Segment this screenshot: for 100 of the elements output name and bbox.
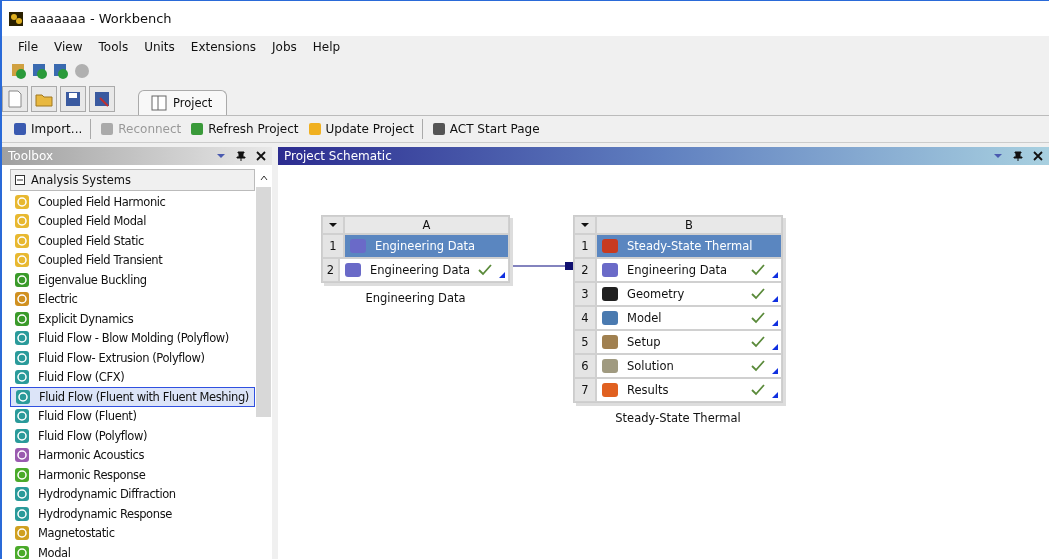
row-number: 7 [574, 378, 596, 402]
toolbox-item[interactable]: Fluid Flow- Extrusion (Polyflow) [10, 348, 255, 368]
system-cell[interactable]: Results [596, 378, 782, 402]
corner-marker-icon [772, 368, 778, 374]
corner-marker-icon [772, 296, 778, 302]
analysis-system-icon [15, 388, 31, 405]
toolbar-icon [99, 121, 116, 137]
system-cell[interactable]: Model [596, 306, 782, 330]
row-number: 1 [322, 234, 344, 258]
scrollbar-thumb[interactable] [256, 187, 271, 417]
component-icon [601, 309, 619, 327]
toolbox-item[interactable]: Hydrodynamic Diffraction [10, 484, 255, 504]
analysis-system-icon [14, 466, 30, 483]
toolbar-button[interactable]: ACT Start Page [428, 119, 542, 139]
analysis-system-icon [14, 427, 30, 444]
window-title: aaaaaaa - Workbench [30, 11, 172, 26]
analysis-system-icon [14, 369, 30, 386]
globe-file-icon[interactable] [10, 62, 28, 80]
toolbox-item[interactable]: Fluid Flow (Fluent) [10, 406, 255, 426]
system-cell[interactable]: Steady-State Thermal [596, 234, 782, 258]
row-number: 4 [574, 306, 596, 330]
corner-marker-icon [499, 272, 505, 278]
archive-icon[interactable] [89, 86, 115, 112]
toolbox-item[interactable]: Coupled Field Modal [10, 211, 255, 231]
dropdown-icon[interactable] [328, 220, 338, 230]
row-number: 1 [574, 234, 596, 258]
close-icon[interactable] [256, 151, 266, 161]
system-cell[interactable]: Geometry [596, 282, 782, 306]
analysis-system-icon [14, 505, 30, 522]
toolbox-item[interactable]: Fluid Flow (Polyflow) [10, 426, 255, 446]
save-icon[interactable] [60, 86, 86, 112]
system-cell[interactable]: Setup [596, 330, 782, 354]
toolbox-item[interactable]: Coupled Field Transient [10, 250, 255, 270]
panel-title: Project Schematic [284, 149, 392, 163]
row-number: 2 [322, 258, 339, 282]
analysis-system-icon [14, 310, 30, 327]
toolbox-item[interactable]: Harmonic Acoustics [10, 445, 255, 465]
analysis-system-icon [14, 271, 30, 288]
pin-icon[interactable] [1013, 151, 1023, 161]
toolbox-item[interactable]: Fluid Flow - Blow Molding (Polyflow) [10, 328, 255, 348]
toolbox-item[interactable]: Magnetostatic [10, 523, 255, 543]
component-icon [601, 261, 619, 279]
toolbar-icon [12, 121, 28, 137]
analysis-system-icon [14, 408, 30, 425]
analysis-system-icon [14, 447, 30, 464]
menu-item[interactable]: Help [304, 39, 349, 54]
pin-icon[interactable] [236, 151, 246, 161]
toolbox-item[interactable]: Fluid Flow (Fluent with Fluent Meshing) [10, 387, 255, 407]
row-number: 2 [574, 258, 596, 282]
system-caption: Steady-State Thermal [615, 411, 741, 425]
app-logo-icon [8, 10, 24, 27]
menu-item[interactable]: File [10, 39, 47, 54]
component-icon [601, 381, 619, 399]
menu-item[interactable]: Extensions [182, 39, 264, 54]
row-number: 5 [574, 330, 596, 354]
menu-item[interactable]: View [46, 39, 91, 54]
toolbox-item[interactable]: Fluid Flow (CFX) [10, 367, 255, 387]
analysis-system-icon [14, 330, 30, 347]
project-tab[interactable]: Project [138, 90, 228, 115]
group-header[interactable]: Analysis Systems [10, 169, 255, 191]
system-block[interactable]: A 1 Engineering Data 2 Engineering Data [321, 215, 510, 283]
toolbar-icon [430, 121, 447, 137]
menu-item[interactable]: Units [136, 39, 183, 54]
toolbox-item[interactable]: Modal [10, 543, 255, 559]
system-block[interactable]: B 1 Steady-State Thermal 2 Engineering Data 3 Geometry 4 Model 5 Setup 6 Solution 7 Results [573, 215, 783, 403]
toolbar-button[interactable]: Refresh Project [187, 119, 301, 139]
globe-file-icon[interactable] [52, 62, 70, 80]
system-cell[interactable]: Engineering Data [338, 258, 509, 282]
component-icon [601, 285, 619, 303]
toolbox-item[interactable]: Coupled Field Static [10, 231, 255, 251]
analysis-system-icon [14, 349, 30, 366]
toolbar-button[interactable]: Update Project [304, 119, 416, 139]
system-cell[interactable]: Engineering Data [344, 234, 509, 258]
scroll-up-icon[interactable] [258, 173, 269, 183]
globe-file-icon[interactable] [31, 62, 49, 80]
corner-marker-icon [772, 344, 778, 350]
menu-item[interactable]: Jobs [264, 39, 305, 54]
toolbox-item[interactable]: Coupled Field Harmonic [10, 192, 255, 212]
component-icon [343, 261, 362, 279]
system-caption: Engineering Data [365, 291, 466, 305]
toolbar-button[interactable]: Import... [10, 119, 85, 139]
menu-item[interactable]: Tools [90, 39, 137, 54]
analysis-system-icon [14, 193, 30, 210]
row-number: 3 [574, 282, 596, 306]
system-cell[interactable]: Engineering Data [596, 258, 782, 282]
toolbox-item[interactable]: Hydrodynamic Response [10, 504, 255, 524]
dropdown-icon[interactable] [580, 220, 590, 230]
component-icon [601, 333, 619, 351]
analysis-system-icon [14, 291, 30, 308]
analysis-system-icon [14, 232, 30, 249]
toolbox-item[interactable]: Harmonic Response [10, 465, 255, 485]
column-header: B [596, 216, 782, 234]
close-icon[interactable] [1033, 151, 1043, 161]
toolbox-item[interactable]: Eigenvalue Buckling [10, 270, 255, 290]
toolbox-item[interactable]: Electric [10, 289, 255, 309]
collapse-icon [15, 175, 25, 185]
toolbar-icon [306, 121, 323, 137]
system-cell[interactable]: Solution [596, 354, 782, 378]
toolbar-icon [189, 121, 206, 137]
toolbox-item[interactable]: Explicit Dynamics [10, 309, 255, 329]
